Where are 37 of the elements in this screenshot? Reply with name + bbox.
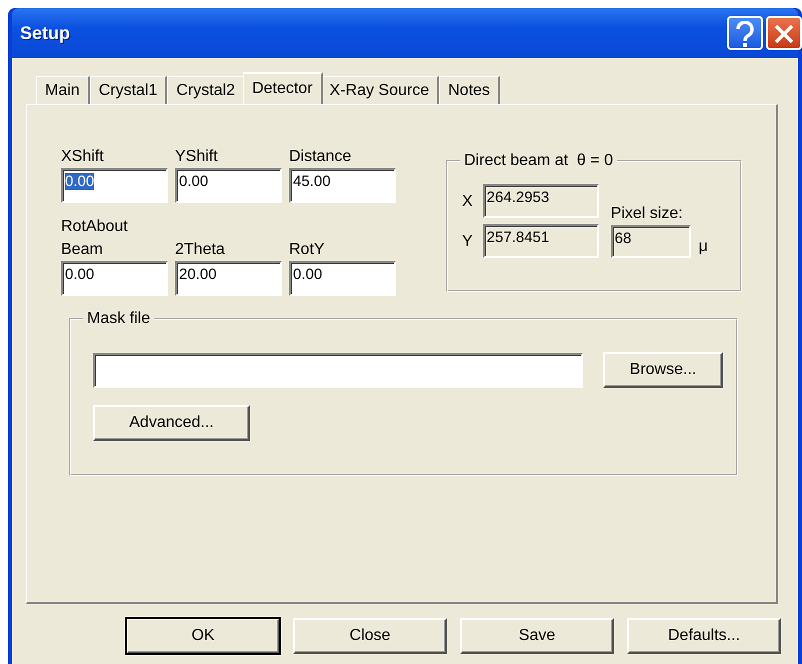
text-field[interactable]: 0.00 [289, 261, 396, 296]
unit-label: μ [698, 237, 708, 257]
readonly-field: 68 [610, 225, 691, 258]
readonly-field: 264.2953 [482, 184, 599, 218]
path-field[interactable] [93, 352, 583, 388]
tab[interactable]: X-Ray Source [320, 76, 440, 104]
dialog-button[interactable]: OK [126, 618, 280, 654]
axis-label: X [462, 192, 473, 212]
dialog-button[interactable]: Close [293, 618, 447, 654]
help-button[interactable] [727, 16, 763, 50]
text-field[interactable]: 0.00 [61, 261, 168, 296]
tab[interactable]: Detector [243, 72, 323, 104]
field-label: YShift [175, 147, 219, 167]
text-field[interactable]: 0.00 [175, 168, 282, 203]
field-label: RotY [289, 240, 326, 260]
window-title: Setup [20, 22, 70, 45]
close-button[interactable] [766, 16, 802, 50]
text-field[interactable]: 0.00 [61, 168, 168, 203]
text-field[interactable]: 45.00 [289, 168, 396, 203]
field-label: RotAbout Beam [61, 217, 129, 260]
close-icon [774, 24, 794, 44]
axis-label: Y [462, 232, 473, 252]
tab[interactable]: Notes [439, 76, 500, 104]
text-field[interactable]: 20.00 [175, 261, 282, 296]
tab[interactable]: Crystal2 [167, 76, 246, 104]
help-icon [735, 20, 755, 47]
field-label: Pixel size: [610, 204, 684, 224]
dialog-button[interactable]: Defaults... [627, 618, 781, 654]
tab[interactable]: Crystal1 [90, 76, 168, 104]
readonly-field: 257.8451 [482, 224, 599, 258]
field-label: 2Theta [175, 240, 226, 260]
field-label: Distance [289, 147, 352, 167]
advanced-button[interactable]: Advanced... [93, 405, 250, 441]
browse-button[interactable]: Browse... [603, 352, 723, 388]
field-label: XShift [61, 147, 105, 167]
tab[interactable]: Main [36, 76, 90, 104]
dialog-button[interactable]: Save [460, 618, 614, 654]
